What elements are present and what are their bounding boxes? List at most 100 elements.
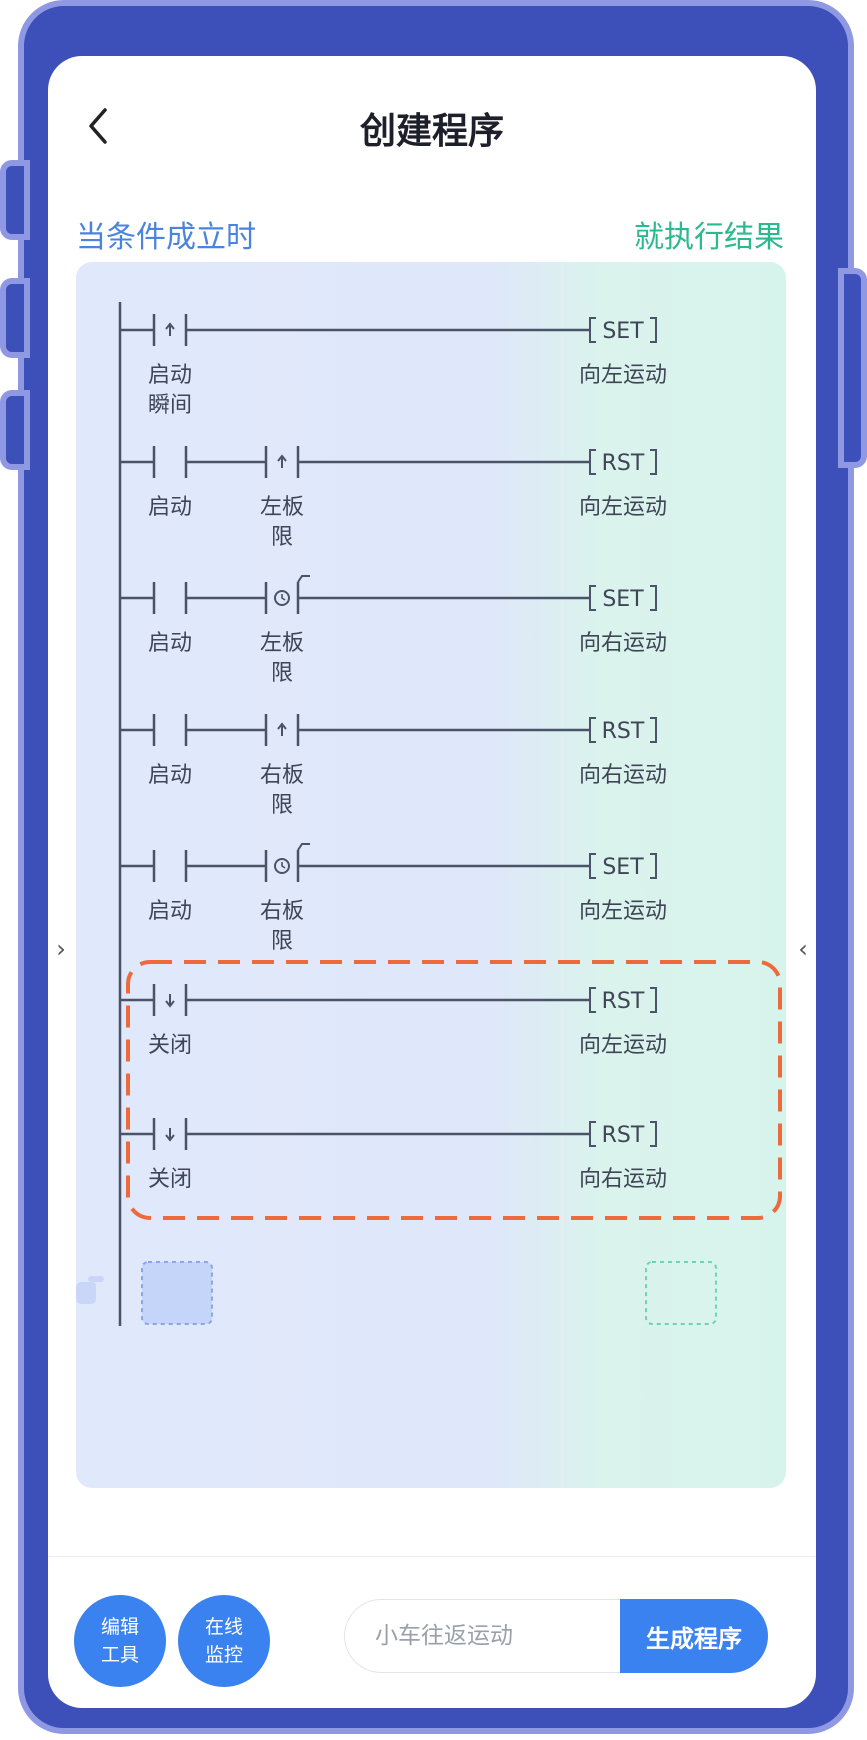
condition-drop-slot[interactable] — [141, 1261, 213, 1325]
timer-flag — [297, 843, 310, 851]
coil-right-bracket — [650, 853, 657, 879]
edit-tools-label-line2: 工具 — [100, 1644, 139, 1666]
online-monitor-label-line1: 在线 — [204, 1616, 243, 1638]
arrow-up-icon — [277, 722, 287, 736]
ladder-rung[interactable]: 启动瞬间 SET 向左运动 — [120, 314, 667, 418]
contact-rising[interactable] — [264, 446, 300, 478]
ladder-rung[interactable]: 启动 左板限 RST 向左运动 — [120, 446, 667, 550]
contact-falling[interactable] — [152, 984, 188, 1016]
contact-label: 左板 — [260, 631, 304, 656]
coil-op: RST — [602, 989, 645, 1014]
coil-left-bracket — [589, 717, 596, 743]
contact-label: 启动 — [148, 363, 192, 388]
result-drop-slot[interactable] — [645, 1261, 717, 1325]
contact-timer[interactable] — [264, 575, 310, 614]
coil-left-bracket — [589, 1121, 596, 1147]
header: 创建程序 — [48, 56, 816, 196]
ladder-rung[interactable]: 启动 右板限 RST 向右运动 — [120, 714, 667, 818]
coil-right-bracket — [650, 717, 657, 743]
footer-toolbar: 编辑 工具 在线 监控 生成程序 — [48, 1556, 816, 1708]
coil-op: RST — [602, 1123, 645, 1148]
page-title: 创建程序 — [359, 111, 504, 152]
coil-label: 向左运动 — [579, 495, 667, 520]
coil-label: 向左运动 — [579, 363, 667, 388]
contact-label: 启动 — [148, 899, 192, 924]
contact-label: 右板 — [260, 899, 304, 924]
contact-label: 限 — [271, 661, 293, 686]
program-name-input[interactable] — [344, 1599, 620, 1673]
clock-hand — [281, 862, 286, 869]
side-button-4 — [838, 268, 867, 468]
coil-left-bracket — [589, 449, 596, 475]
contact-label: 瞬间 — [148, 393, 192, 418]
coil-right-bracket — [650, 317, 657, 343]
side-button-1 — [0, 160, 30, 240]
contact-label: 启动 — [148, 495, 192, 520]
contact-rising[interactable] — [264, 714, 300, 746]
ladder-panel: 启动 瞬间 SET 向左运动 启动 左板限 RST 向左运动 启动 左板限 SET 向右运动 启动 右板限… — [76, 262, 786, 1488]
edit-tools-label-line1: 编辑 — [100, 1616, 139, 1638]
coil-left-bracket — [589, 585, 596, 611]
chevron-left-icon: ‹ — [798, 935, 808, 963]
contact-label: 限 — [271, 525, 293, 550]
coil-op: RST — [602, 451, 645, 476]
arrow-down-icon — [165, 1128, 175, 1142]
coil-right-bracket — [650, 1121, 657, 1147]
hand-shape — [76, 1282, 96, 1304]
clock-hand — [281, 594, 286, 601]
coil-left-bracket — [589, 853, 596, 879]
coil-label: 向右运动 — [579, 631, 667, 656]
prev-page-arrow[interactable]: › — [50, 912, 72, 986]
arrow-up-icon — [277, 454, 287, 468]
next-page-arrow[interactable]: ‹ — [792, 912, 814, 986]
condition-label: 当条件成立时 — [76, 220, 256, 255]
result-label: 就执行结果 — [634, 220, 784, 255]
contact-label: 关闭 — [148, 1167, 192, 1192]
side-button-3 — [0, 390, 30, 470]
contact-label: 左板 — [260, 495, 304, 520]
coil-op: SET — [602, 855, 644, 880]
coil-op: RST — [602, 719, 645, 744]
contact-label: 启动 — [148, 631, 192, 656]
side-button-2 — [0, 278, 30, 358]
edit-tools-button[interactable]: 编辑 工具 — [74, 1595, 166, 1687]
contact-no[interactable] — [152, 582, 188, 614]
ladder-diagram: 启动瞬间SET向左运动启动 左板限RST向左运动启动 左板限SET向右运动启动 右板限… — [76, 302, 782, 1326]
contact-label: 限 — [271, 929, 293, 954]
coil-op: SET — [602, 587, 644, 612]
coil-label: 向右运动 — [579, 1167, 667, 1192]
contact-rising[interactable] — [152, 314, 188, 346]
coil-op: SET — [602, 319, 644, 344]
ladder-rung[interactable]: 关闭 RST 向左运动 — [120, 984, 667, 1058]
generate-program-button[interactable]: 生成程序 — [620, 1599, 768, 1673]
contact-no[interactable] — [152, 850, 188, 882]
ladder-rung[interactable]: 关闭 RST 向右运动 — [120, 1118, 667, 1192]
ladder-rung[interactable]: 启动 右板限 SET 向左运动 — [120, 843, 667, 954]
contact-label: 关闭 — [148, 1033, 192, 1058]
contact-no[interactable] — [152, 714, 188, 746]
online-monitor-label-line2: 监控 — [204, 1644, 243, 1666]
contact-label: 启动 — [148, 763, 192, 788]
chevron-right-icon: › — [56, 935, 66, 963]
contact-label: 限 — [271, 793, 293, 818]
contact-timer[interactable] — [264, 843, 310, 882]
contact-no[interactable] — [152, 446, 188, 478]
coil-right-bracket — [650, 449, 657, 475]
contact-label: 右板 — [260, 763, 304, 788]
contact-falling[interactable] — [152, 1118, 188, 1150]
hand-finger — [88, 1276, 104, 1282]
coil-left-bracket — [589, 987, 596, 1013]
screen: 创建程序 当条件成立时 就执行结果 启动 瞬间 SET 向左运动 启动 左板限 RST 向左运… — [48, 56, 816, 1708]
coil-right-bracket — [650, 987, 657, 1013]
hand-pointer-icon — [76, 1276, 104, 1304]
coil-label: 向左运动 — [579, 899, 667, 924]
arrow-up-icon — [165, 322, 175, 336]
coil-label: 向右运动 — [579, 763, 667, 788]
coil-right-bracket — [650, 585, 657, 611]
coil-label: 向左运动 — [579, 1033, 667, 1058]
online-monitor-button[interactable]: 在线 监控 — [178, 1595, 270, 1687]
ladder-rung[interactable]: 启动 左板限 SET 向右运动 — [120, 575, 667, 686]
coil-left-bracket — [589, 317, 596, 343]
arrow-down-icon — [165, 994, 175, 1008]
timer-flag — [297, 575, 310, 583]
